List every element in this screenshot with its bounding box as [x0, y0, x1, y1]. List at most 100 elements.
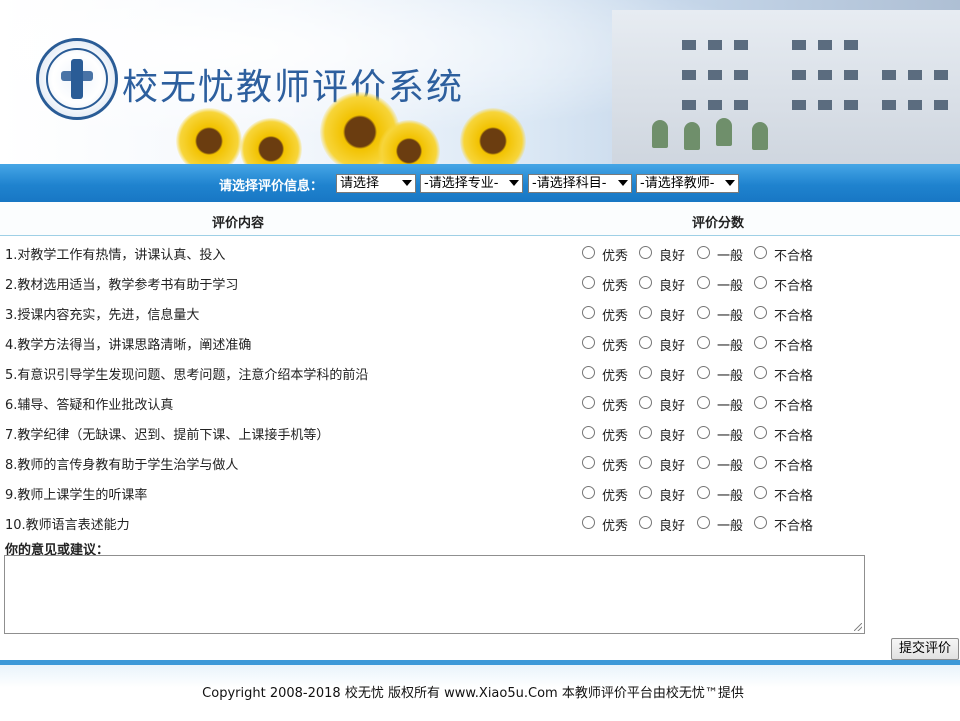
- radio-button[interactable]: [697, 246, 710, 259]
- table-row: 2.教材选用适当，教学参考书有助于学习 优秀 良好 一般 不合格: [0, 267, 960, 297]
- select-subject[interactable]: -请选择科目-: [528, 174, 632, 193]
- select-major[interactable]: -请选择专业-: [420, 174, 523, 193]
- score-option-label: 一般: [717, 429, 744, 444]
- table-row: 4.教学方法得当，讲课思路清晰，阐述准确 优秀 良好 一般 不合格: [0, 327, 960, 357]
- score-option-label: 不合格: [774, 519, 814, 534]
- radio-button[interactable]: [639, 426, 652, 439]
- radio-button[interactable]: [639, 396, 652, 409]
- radio-button[interactable]: [697, 366, 710, 379]
- radio-button[interactable]: [754, 336, 767, 349]
- score-option-label: 不合格: [774, 429, 814, 444]
- score-option-label: 一般: [717, 459, 744, 474]
- question-text: 1.对教学工作有热情，讲课认真、投入: [5, 248, 226, 263]
- score-option-label: 优秀: [602, 369, 629, 384]
- score-option-label: 不合格: [774, 459, 814, 474]
- radio-button[interactable]: [754, 516, 767, 529]
- chevron-down-icon: [509, 180, 519, 186]
- radio-button[interactable]: [754, 486, 767, 499]
- question-text: 10.教师语言表述能力: [5, 518, 130, 533]
- radio-button[interactable]: [754, 426, 767, 439]
- score-option-label: 一般: [717, 309, 744, 324]
- score-option-label: 优秀: [602, 519, 629, 534]
- page: 校无忧教师评价系统 请选择评价信息： 请选择 -请选择专业- -请选择科目- -…: [0, 0, 960, 721]
- score-option-label: 优秀: [602, 309, 629, 324]
- score-option-label: 良好: [659, 489, 686, 504]
- radio-button[interactable]: [582, 426, 595, 439]
- score-option-label: 良好: [659, 249, 686, 264]
- column-header-score: 评价分数: [692, 216, 745, 231]
- score-option-label: 优秀: [602, 339, 629, 354]
- score-option-label: 优秀: [602, 459, 629, 474]
- question-text: 6.辅导、答疑和作业批改认真: [5, 398, 174, 413]
- radio-button[interactable]: [639, 276, 652, 289]
- score-option-label: 一般: [717, 369, 744, 384]
- radio-button[interactable]: [639, 486, 652, 499]
- chevron-down-icon: [402, 180, 412, 186]
- suggestion-textarea[interactable]: [4, 555, 865, 634]
- radio-button[interactable]: [754, 246, 767, 259]
- school-logo: [36, 38, 118, 120]
- radio-button[interactable]: [754, 366, 767, 379]
- score-option-label: 优秀: [602, 489, 629, 504]
- radio-button[interactable]: [582, 306, 595, 319]
- score-option-label: 一般: [717, 519, 744, 534]
- question-text: 7.教学纪律（无缺课、迟到、提前下课、上课接手机等）: [5, 428, 330, 443]
- score-option-label: 优秀: [602, 399, 629, 414]
- score-option-label: 良好: [659, 339, 686, 354]
- radio-button[interactable]: [754, 396, 767, 409]
- radio-button[interactable]: [582, 246, 595, 259]
- radio-button[interactable]: [582, 336, 595, 349]
- radio-button[interactable]: [639, 306, 652, 319]
- score-option-label: 一般: [717, 339, 744, 354]
- radio-button[interactable]: [754, 456, 767, 469]
- score-option-label: 良好: [659, 399, 686, 414]
- radio-button[interactable]: [697, 486, 710, 499]
- footer-copyright: Copyright 2008-2018 校无忧 版权所有 www.Xiao5u.…: [202, 686, 744, 701]
- system-title: 校无忧教师评价系统: [122, 67, 465, 108]
- question-text: 5.有意识引导学生发现问题、思考问题，注意介绍本学科的前沿: [5, 368, 369, 383]
- radio-button[interactable]: [582, 456, 595, 469]
- score-option-label: 良好: [659, 309, 686, 324]
- radio-button[interactable]: [639, 366, 652, 379]
- table-row: 7.教学纪律（无缺课、迟到、提前下课、上课接手机等） 优秀 良好 一般 不合格: [0, 417, 960, 447]
- column-header-content: 评价内容: [212, 216, 265, 231]
- score-option-label: 不合格: [774, 369, 814, 384]
- question-text: 3.授课内容充实，先进，信息量大: [5, 308, 200, 323]
- radio-button[interactable]: [582, 396, 595, 409]
- radio-button[interactable]: [697, 276, 710, 289]
- evaluation-table-header: 评价内容 评价分数: [0, 202, 960, 236]
- radio-button[interactable]: [754, 306, 767, 319]
- select-teacher[interactable]: -请选择教师-: [636, 174, 739, 193]
- radio-button[interactable]: [639, 246, 652, 259]
- radio-button[interactable]: [697, 426, 710, 439]
- score-option-label: 一般: [717, 489, 744, 504]
- score-option-label: 不合格: [774, 399, 814, 414]
- radio-button[interactable]: [582, 366, 595, 379]
- radio-button[interactable]: [582, 516, 595, 529]
- question-text: 2.教材选用适当，教学参考书有助于学习: [5, 278, 239, 293]
- select-category[interactable]: 请选择: [336, 174, 416, 193]
- radio-button[interactable]: [697, 306, 710, 319]
- score-option-label: 一般: [717, 399, 744, 414]
- radio-button[interactable]: [639, 336, 652, 349]
- table-row: 10.教师语言表述能力 优秀 良好 一般 不合格: [0, 507, 960, 537]
- score-option-label: 良好: [659, 279, 686, 294]
- radio-button[interactable]: [697, 456, 710, 469]
- radio-button[interactable]: [639, 456, 652, 469]
- selection-label: 请选择评价信息：: [219, 179, 324, 194]
- score-option-label: 不合格: [774, 279, 814, 294]
- radio-button[interactable]: [639, 516, 652, 529]
- radio-button[interactable]: [697, 516, 710, 529]
- table-row: 3.授课内容充实，先进，信息量大 优秀 良好 一般 不合格: [0, 297, 960, 327]
- table-row: 8.教师的言传身教有助于学生治学与做人 优秀 良好 一般 不合格: [0, 447, 960, 477]
- selection-bar: 请选择评价信息： 请选择 -请选择专业- -请选择科目- -请选择教师-: [0, 164, 960, 202]
- radio-button[interactable]: [582, 276, 595, 289]
- resize-grip-icon[interactable]: [854, 623, 862, 631]
- score-option-label: 优秀: [602, 429, 629, 444]
- table-row: 5.有意识引导学生发现问题、思考问题，注意介绍本学科的前沿 优秀 良好 一般 不合格: [0, 357, 960, 387]
- submit-evaluation-button[interactable]: 提交评价: [891, 638, 959, 660]
- radio-button[interactable]: [754, 276, 767, 289]
- radio-button[interactable]: [697, 336, 710, 349]
- radio-button[interactable]: [697, 396, 710, 409]
- radio-button[interactable]: [582, 486, 595, 499]
